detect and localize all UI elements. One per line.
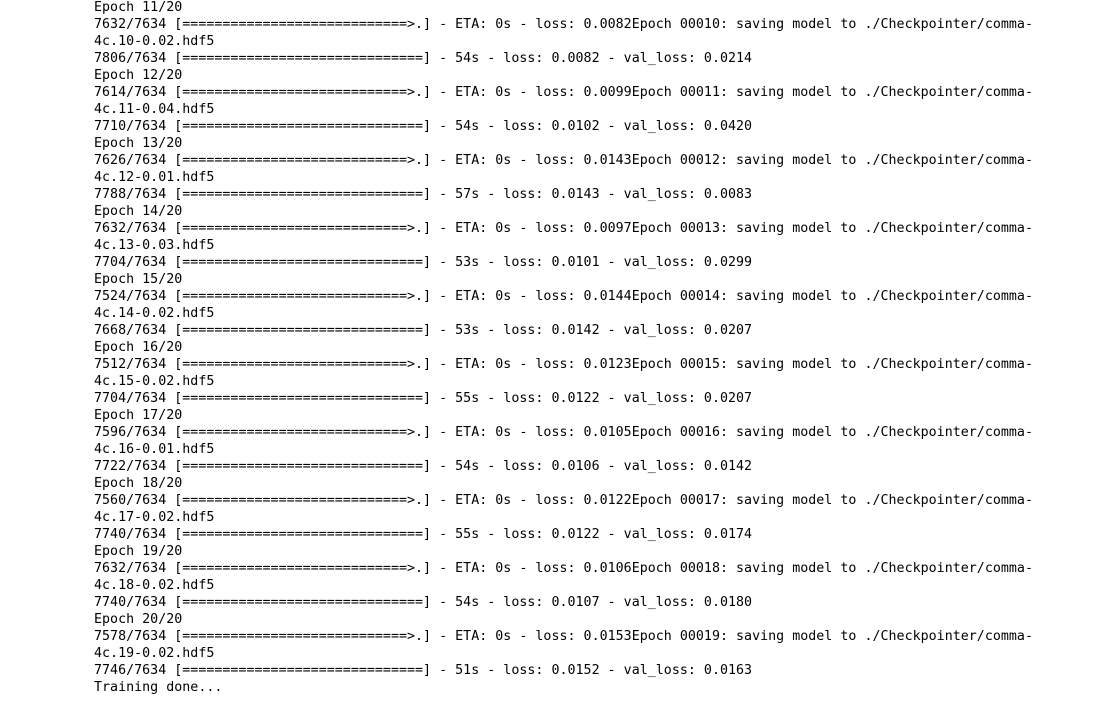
epoch-header-line: Epoch 11/20 [94,0,183,15]
epoch-summary-line: 7740/7634 [=============================… [94,595,753,610]
progress-line: 7632/7634 [============================>… [94,561,1033,576]
epoch-summary-line: 7710/7634 [=============================… [94,119,753,134]
checkpoint-filename-line: 4c.15-0.02.hdf5 [94,374,215,389]
progress-line: 7632/7634 [============================>… [94,17,1033,32]
checkpoint-filename-line: 4c.14-0.02.hdf5 [94,306,215,321]
checkpoint-filename-line: 4c.12-0.01.hdf5 [94,170,215,185]
epoch-header-line: Epoch 15/20 [94,272,183,287]
epoch-summary-line: 7740/7634 [=============================… [94,527,753,542]
progress-line: 7614/7634 [============================>… [94,85,1033,100]
epoch-summary-line: 7704/7634 [=============================… [94,391,753,406]
checkpoint-filename-line: 4c.13-0.03.hdf5 [94,238,215,253]
epoch-header-line: Epoch 16/20 [94,340,183,355]
checkpoint-filename-line: 4c.10-0.02.hdf5 [94,34,215,49]
checkpoint-filename-line: 4c.18-0.02.hdf5 [94,578,215,593]
checkpoint-filename-line: 4c.19-0.02.hdf5 [94,646,215,661]
epoch-summary-line: 7806/7634 [=============================… [94,51,753,66]
epoch-summary-line: 7788/7634 [=============================… [94,187,753,202]
checkpoint-filename-line: 4c.16-0.01.hdf5 [94,442,215,457]
progress-line: 7560/7634 [============================>… [94,493,1033,508]
progress-line: 7596/7634 [============================>… [94,425,1033,440]
epoch-summary-line: 7722/7634 [=============================… [94,459,753,474]
epoch-header-line: Epoch 13/20 [94,136,183,151]
checkpoint-filename-line: 4c.17-0.02.hdf5 [94,510,215,525]
epoch-summary-line: 7746/7634 [=============================… [94,663,753,678]
progress-line: 7626/7634 [============================>… [94,153,1033,168]
training-output-log: Epoch 11/20 7632/7634 [=================… [94,0,1104,696]
epoch-header-line: Epoch 17/20 [94,408,183,423]
checkpoint-filename-line: 4c.11-0.04.hdf5 [94,102,215,117]
training-done-line: Training done... [94,680,223,695]
progress-line: 7512/7634 [============================>… [94,357,1033,372]
progress-line: 7632/7634 [============================>… [94,221,1033,236]
epoch-header-line: Epoch 18/20 [94,476,183,491]
epoch-header-line: Epoch 20/20 [94,612,183,627]
epoch-header-line: Epoch 12/20 [94,68,183,83]
epoch-summary-line: 7668/7634 [=============================… [94,323,753,338]
progress-line: 7578/7634 [============================>… [94,629,1033,644]
progress-line: 7524/7634 [============================>… [94,289,1033,304]
epoch-summary-line: 7704/7634 [=============================… [94,255,753,270]
epoch-header-line: Epoch 19/20 [94,544,183,559]
epoch-header-line: Epoch 14/20 [94,204,183,219]
